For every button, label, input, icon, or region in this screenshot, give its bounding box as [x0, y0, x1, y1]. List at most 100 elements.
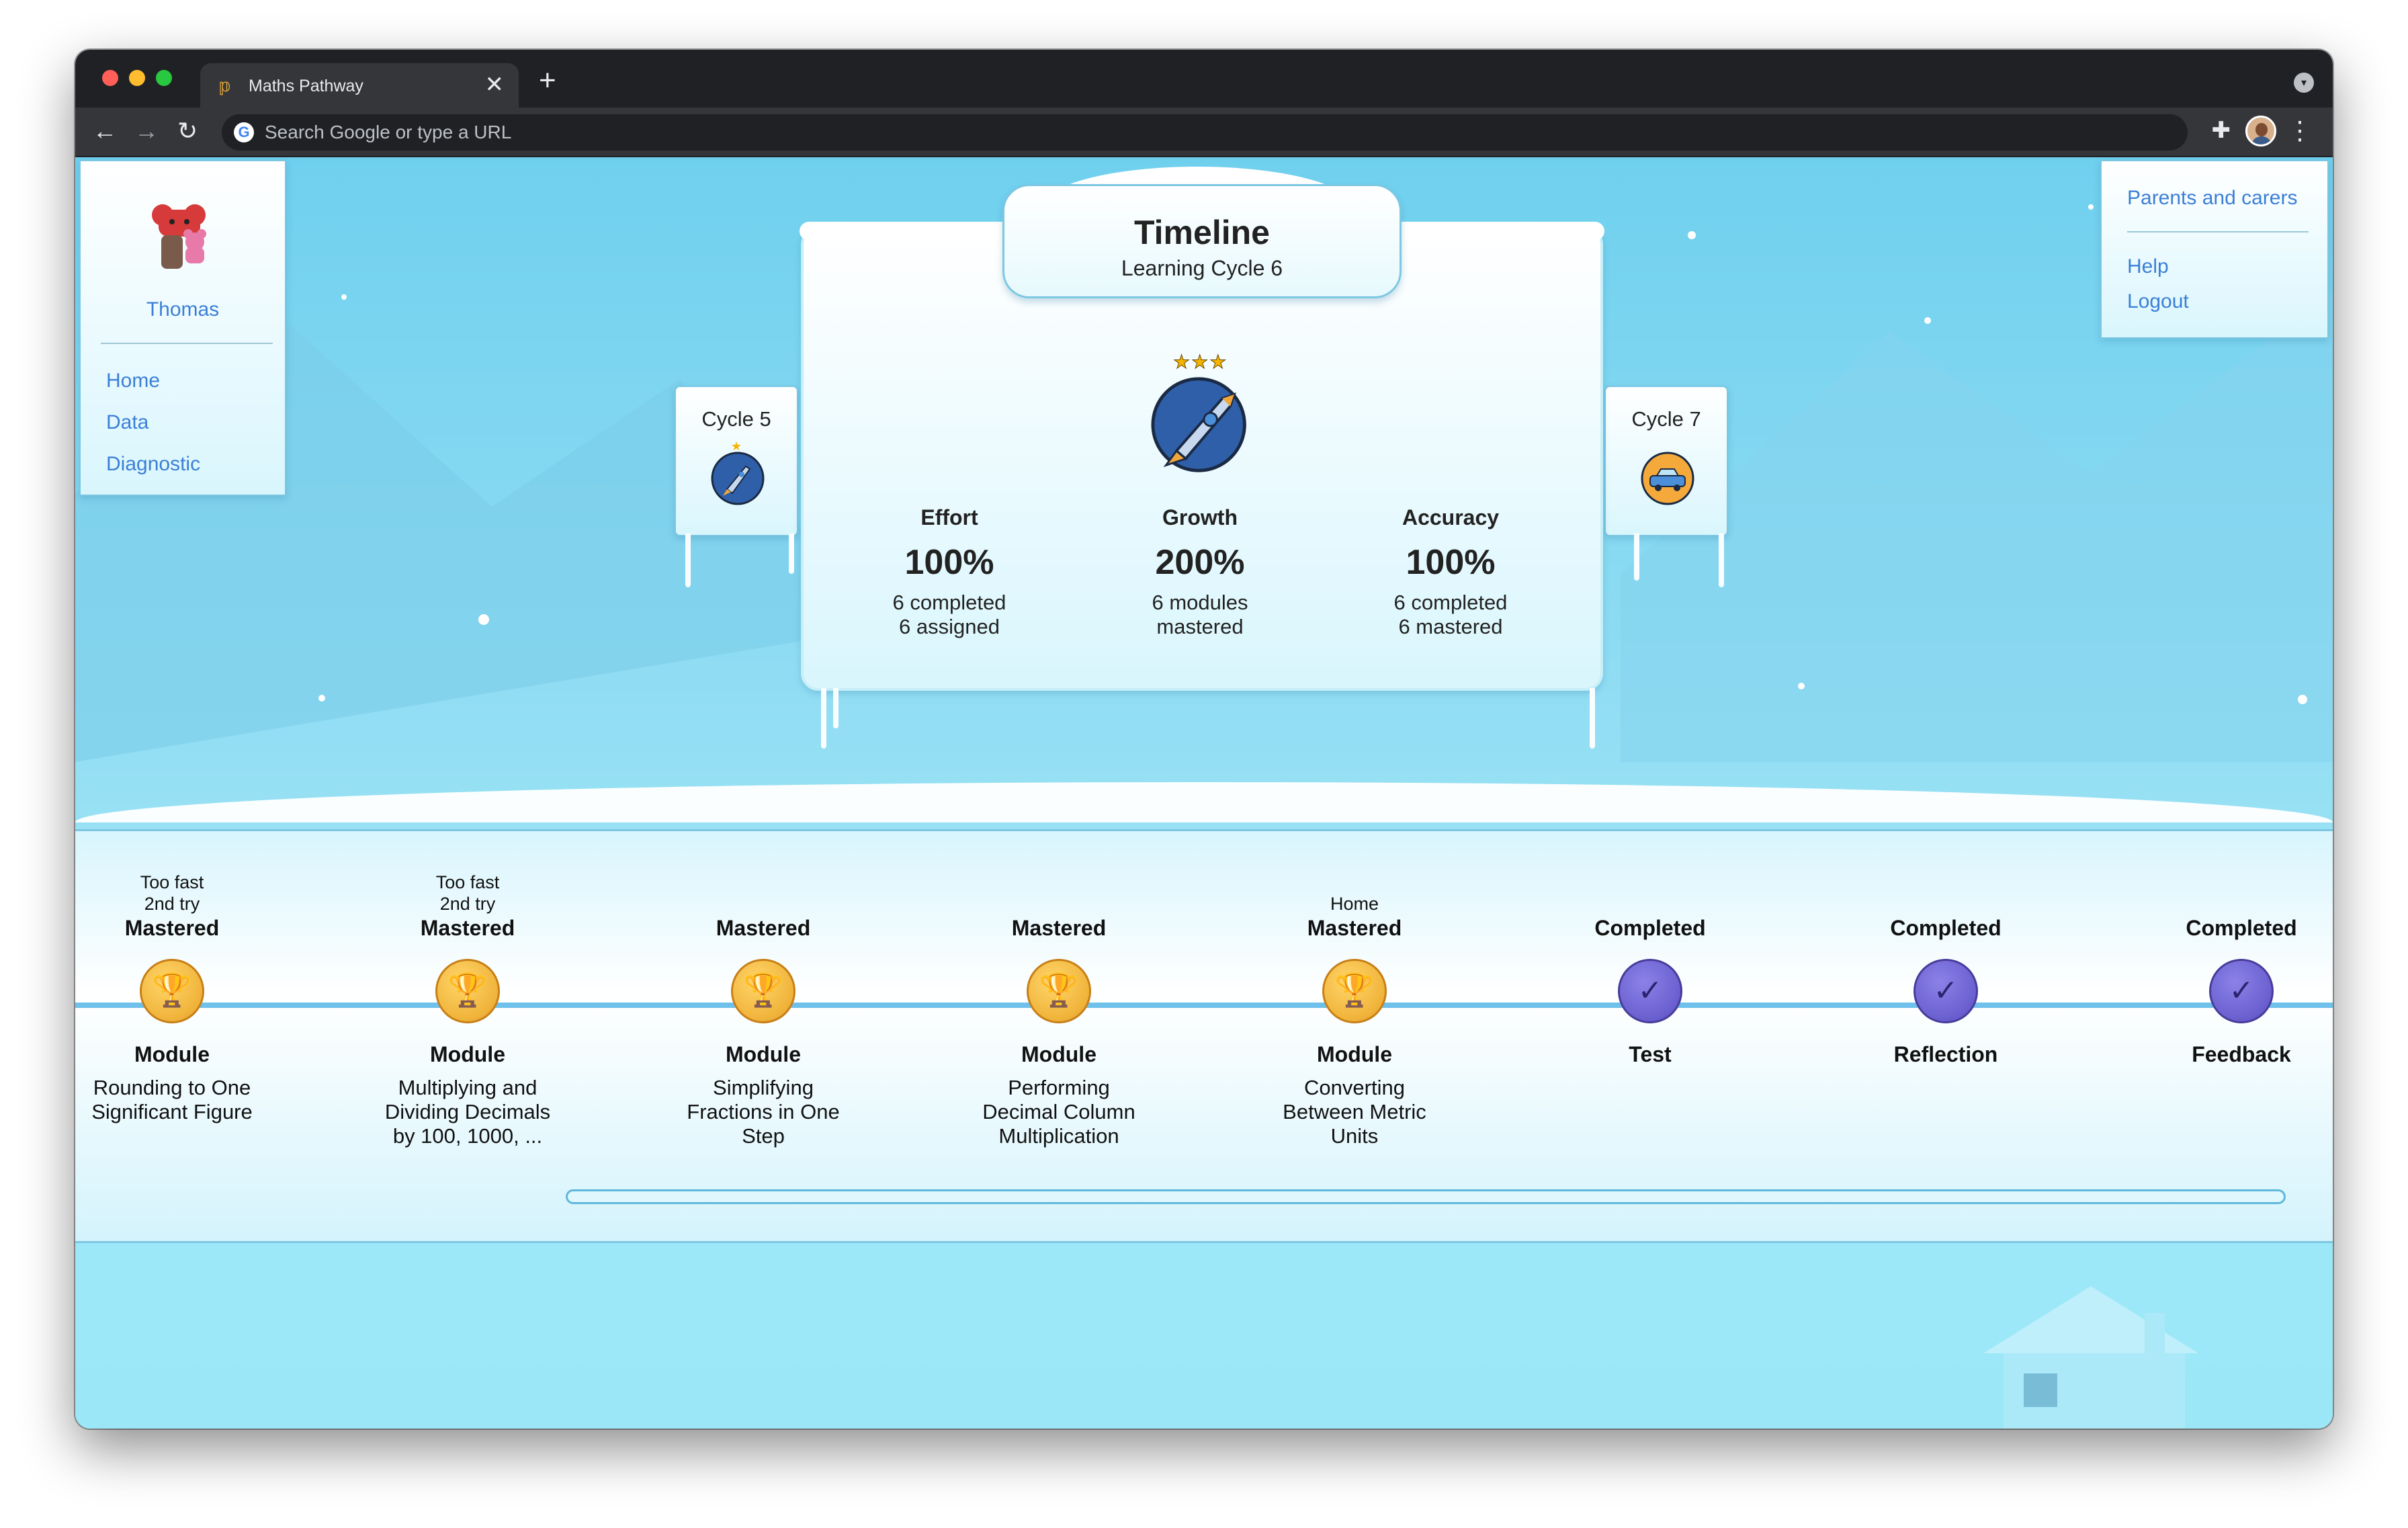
address-placeholder[interactable]: Search Google or type a URL	[265, 122, 511, 142]
snowflake	[2298, 695, 2307, 704]
snowflake	[2088, 204, 2094, 210]
timeline-step[interactable]: Too fast 2nd try Mastered 🏆 Module Multip…	[360, 872, 575, 1148]
google-icon: G	[234, 122, 254, 142]
check-medal[interactable]: ✓	[1618, 959, 1682, 1023]
step-note: Too fast	[435, 872, 500, 892]
learning-cycle-label: Learning Cycle 6	[1121, 256, 1283, 280]
growth-stat: Growth 200% 6 modules mastered	[1099, 505, 1301, 639]
snowflake	[341, 294, 347, 300]
logout-link[interactable]: Logout	[2127, 290, 2189, 313]
tab-close-icon[interactable]: ✕	[485, 73, 505, 97]
step-name-line: Rounding to One	[93, 1076, 251, 1099]
icicle	[1634, 534, 1639, 581]
trophy-medal[interactable]: 🏆	[140, 959, 204, 1023]
step-type: Reflection	[1893, 1042, 1998, 1066]
step-type: Module	[1317, 1042, 1392, 1066]
browser-window: 𝕡 Maths Pathway ✕ + ▾ ← → ↻ G Search Goo…	[75, 50, 2333, 1429]
step-type: Module	[430, 1042, 505, 1066]
timeline-step[interactable]: Too fast 2nd try Mastered 🏆 Module Roundi…	[75, 872, 280, 1124]
step-name: Performing Decimal Column Multiplication	[951, 1076, 1166, 1148]
trophy-medal[interactable]: 🏆	[1322, 959, 1387, 1023]
browser-toolbar: ← → ↻ G Search Google or type a URL ✚ ⋮	[75, 108, 2333, 157]
snowflake	[1688, 231, 1696, 239]
step-name-line: Between Metric	[1283, 1100, 1426, 1123]
trophy-icon: 🏆	[152, 973, 192, 1009]
timeline-step[interactable]: Completed ✓ Test	[1543, 872, 1758, 1066]
step-name-line: Multiplying and	[398, 1076, 538, 1099]
horizontal-scrollbar[interactable]	[566, 1189, 2286, 1204]
step-name-line: Significant Figure	[91, 1100, 253, 1123]
icicle	[1719, 534, 1724, 587]
snowflake	[318, 695, 325, 702]
check-icon: ✓	[1933, 974, 1959, 1007]
timeline-step[interactable]: Completed ✓ Feedback	[2134, 872, 2333, 1066]
koala-avatar-icon	[152, 204, 206, 269]
new-tab-button[interactable]: +	[539, 66, 556, 95]
check-medal[interactable]: ✓	[1914, 959, 1978, 1023]
trophy-icon: 🏆	[743, 973, 783, 1009]
check-medal[interactable]: ✓	[2209, 959, 2274, 1023]
effort-value: 100%	[904, 543, 994, 582]
accuracy-value: 100%	[1406, 543, 1496, 582]
step-name-line: Multiplication	[998, 1124, 1119, 1148]
effort-heading: Effort	[920, 505, 978, 529]
favicon-icon: 𝕡	[219, 75, 232, 95]
minimize-window-button[interactable]	[129, 70, 145, 86]
nav-link-home[interactable]: Home	[106, 370, 160, 392]
browser-menu-icon[interactable]: ⋮	[2287, 116, 2313, 146]
check-icon: ✓	[2229, 974, 2254, 1007]
step-status: Mastered	[1011, 916, 1107, 940]
step-name: Multiplying and Dividing Decimals by 100, …	[360, 1076, 575, 1148]
step-status: Completed	[1890, 916, 2002, 940]
step-status: Mastered	[420, 916, 515, 940]
growth-heading: Growth	[1162, 505, 1238, 529]
back-arrow-icon[interactable]: ←	[93, 114, 117, 148]
step-name-line: Simplifying	[713, 1076, 814, 1099]
trophy-icon: 🏆	[447, 973, 488, 1009]
trophy-medal[interactable]: 🏆	[435, 959, 500, 1023]
parents-and-carers-link[interactable]: Parents and carers	[2127, 187, 2297, 210]
tab-bar: 𝕡 Maths Pathway ✕ + ▾	[75, 50, 2333, 108]
step-name-line: Fractions in One	[687, 1100, 840, 1123]
step-name: Rounding to One Significant Figure	[75, 1076, 280, 1124]
cycle-7-card[interactable]: Cycle 7	[1604, 386, 1728, 536]
reload-icon[interactable]: ↻	[177, 114, 198, 148]
cycle-5-label: Cycle 5	[701, 407, 771, 431]
rocket-icon	[1151, 377, 1246, 472]
close-window-button[interactable]	[102, 70, 118, 86]
timeline-step[interactable]: Mastered 🏆 Module Performing Decimal Colu…	[951, 872, 1166, 1148]
accuracy-mastered: 6 mastered	[1398, 615, 1503, 638]
nav-link-data[interactable]: Data	[106, 411, 148, 434]
cycle-5-card[interactable]: Cycle 5 ★	[675, 386, 798, 536]
forward-arrow-icon[interactable]: →	[134, 114, 159, 148]
trophy-medal[interactable]: 🏆	[1027, 959, 1091, 1023]
step-note: Too fast	[140, 872, 204, 892]
trophy-medal[interactable]: 🏆	[731, 959, 796, 1023]
effort-assigned: 6 assigned	[899, 615, 1000, 638]
nav-link-diagnostic[interactable]: Diagnostic	[106, 453, 200, 476]
step-status: Completed	[1594, 916, 1706, 940]
user-menu-panel: Thomas Home Data Diagnostic	[79, 160, 286, 496]
step-note: Home	[1330, 894, 1379, 914]
timeline-step[interactable]: Completed ✓ Reflection	[1838, 872, 2053, 1066]
browser-tab[interactable]: 𝕡 Maths Pathway ✕	[200, 63, 519, 108]
page-title: Timeline	[1134, 214, 1270, 251]
star-rating: ★★★	[1172, 351, 1228, 373]
step-type: Test	[1629, 1042, 1672, 1066]
address-bar[interactable]: G Search Google or type a URL	[222, 114, 2188, 151]
tab-title: Maths Pathway	[249, 77, 363, 95]
extensions-puzzle-icon[interactable]: ✚	[2212, 117, 2231, 144]
step-name-line: Decimal Column	[982, 1100, 1135, 1123]
tab-search-icon[interactable]: ▾	[2294, 73, 2314, 93]
help-link[interactable]: Help	[2127, 255, 2169, 278]
background-house	[1983, 1286, 2198, 1429]
icicle	[821, 688, 826, 749]
timeline-step[interactable]: Mastered 🏆 Module Simplifying Fractions i…	[656, 872, 871, 1148]
timeline-step[interactable]: Home Mastered 🏆 Module Converting Between…	[1247, 872, 1462, 1148]
step-status: Mastered	[1307, 916, 1402, 940]
growth-modules: 6 modules	[1152, 591, 1248, 614]
user-name[interactable]: Thomas	[81, 298, 285, 321]
maximize-window-button[interactable]	[156, 70, 172, 86]
profile-avatar[interactable]	[2245, 116, 2276, 146]
growth-mastered: mastered	[1156, 615, 1244, 638]
